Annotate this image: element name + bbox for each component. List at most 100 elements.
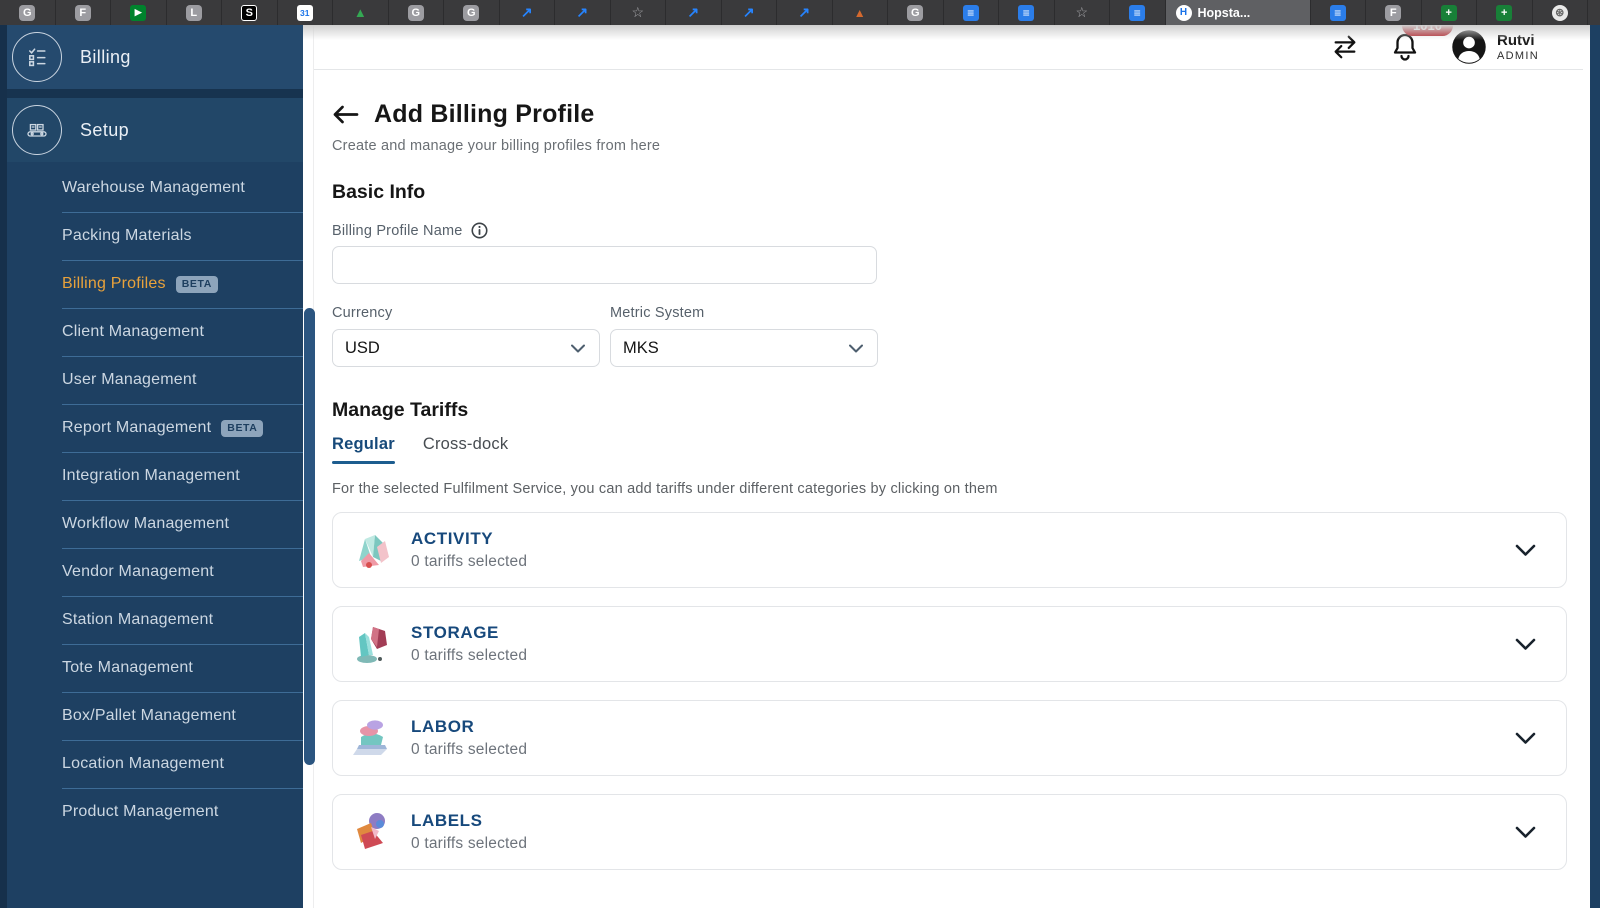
chevron-down-icon xyxy=(571,344,585,353)
currency-select[interactable]: USD xyxy=(332,329,600,367)
activity-icon xyxy=(349,527,395,573)
info-icon[interactable] xyxy=(471,222,488,239)
browser-tab[interactable]: ⊛ xyxy=(1533,0,1589,25)
switch-warehouse-icon[interactable] xyxy=(1330,33,1360,61)
sidebar-item-product-management[interactable]: Product Management xyxy=(0,788,303,836)
sidebar-scrollbar[interactable] xyxy=(304,308,315,765)
browser-tab[interactable]: ▲ xyxy=(333,0,389,25)
tab-favicon: 31 xyxy=(297,5,313,21)
sidebar-item-client-management[interactable]: Client Management xyxy=(0,308,303,356)
tab-favicon: ↗ xyxy=(574,5,590,21)
sidebar-item-tote-management[interactable]: Tote Management xyxy=(0,644,303,692)
browser-tab[interactable]: ≡ xyxy=(1311,0,1367,25)
browser-tab[interactable]: G xyxy=(389,0,445,25)
sidebar-item-vendor-management[interactable]: Vendor Management xyxy=(0,548,303,596)
basic-info-heading: Basic Info xyxy=(332,181,1583,204)
tab-favicon: ≡ xyxy=(963,5,979,21)
browser-tab[interactable]: F xyxy=(56,0,112,25)
browser-tab[interactable]: ↗ xyxy=(722,0,778,25)
sidebar-item-workflow-management[interactable]: Workflow Management xyxy=(0,500,303,548)
beta-badge: BETA xyxy=(221,420,263,437)
sidebar-item-integration-management[interactable]: Integration Management xyxy=(0,452,303,500)
tab-title: Hopsta... xyxy=(1198,6,1251,20)
browser-tab[interactable]: G xyxy=(444,0,500,25)
billing-profile-name-input[interactable] xyxy=(332,246,877,284)
avatar-icon xyxy=(1450,28,1488,66)
tariff-category-activity[interactable]: ACTIVITY 0 tariffs selected xyxy=(332,512,1567,588)
sidebar-item-report-management[interactable]: Report ManagementBETA xyxy=(0,404,303,452)
browser-tab[interactable]: ↗ xyxy=(777,0,833,25)
tab-favicon: ▲ xyxy=(852,5,868,21)
tab-favicon: G xyxy=(19,5,35,21)
tab-favicon: F xyxy=(75,5,91,21)
tab-cross-dock[interactable]: Cross-dock xyxy=(423,435,508,464)
tab-favicon: L xyxy=(186,5,202,21)
browser-tab[interactable]: ↗ xyxy=(666,0,722,25)
user-menu[interactable]: Rutvi ADMIN xyxy=(1450,28,1539,66)
browser-tab[interactable]: H Hopsta... xyxy=(1166,0,1311,25)
browser-tab[interactable]: F xyxy=(1366,0,1422,25)
tab-favicon: G xyxy=(907,5,923,21)
browser-tab[interactable]: ≡ xyxy=(944,0,1000,25)
sidebar-item-packing-materials[interactable]: Packing Materials xyxy=(0,212,303,260)
tab-favicon: ☆ xyxy=(630,5,646,21)
tab-favicon: H xyxy=(1176,5,1192,21)
setup-conveyor-icon xyxy=(12,105,62,155)
browser-tab[interactable]: G xyxy=(0,0,56,25)
browser-tab[interactable]: ↗ xyxy=(555,0,611,25)
page-content: Add Billing Profile Create and manage yo… xyxy=(314,70,1583,908)
active-tab-underline xyxy=(332,461,395,464)
tariff-category-labels[interactable]: LABELS 0 tariffs selected xyxy=(332,794,1567,870)
browser-tab[interactable]: ☆ xyxy=(1055,0,1111,25)
chevron-down-icon xyxy=(849,344,863,353)
metric-system-label: Metric System xyxy=(610,305,878,321)
billing-profile-name-label: Billing Profile Name xyxy=(332,223,463,239)
sidebar-item-location-management[interactable]: Location Management xyxy=(0,740,303,788)
category-status: 0 tariffs selected xyxy=(411,647,527,665)
browser-tab[interactable]: 31 xyxy=(278,0,334,25)
browser-tab[interactable]: + xyxy=(1422,0,1478,25)
back-arrow-button[interactable] xyxy=(332,104,359,125)
labor-icon xyxy=(349,715,395,761)
notifications-bell-icon[interactable]: 1010 xyxy=(1390,31,1420,63)
sidebar: Billing Setup Warehouse Management Packi… xyxy=(0,25,303,908)
browser-tab[interactable]: + xyxy=(1477,0,1533,25)
tab-favicon: ↗ xyxy=(741,5,757,21)
browser-tab[interactable]: ≡ xyxy=(999,0,1055,25)
user-name: Rutvi xyxy=(1497,32,1539,49)
tab-regular[interactable]: Regular xyxy=(332,435,395,464)
browser-tab[interactable]: ≡ xyxy=(1110,0,1166,25)
tariff-category-labor[interactable]: LABOR 0 tariffs selected xyxy=(332,700,1567,776)
chevron-down-icon xyxy=(1515,544,1536,557)
tariffs-description: For the selected Fulfilment Service, you… xyxy=(332,481,1583,497)
browser-tab[interactable]: ▶ xyxy=(111,0,167,25)
tab-favicon: ↗ xyxy=(685,5,701,21)
metric-system-select[interactable]: MKS xyxy=(610,329,878,367)
browser-tab[interactable]: G xyxy=(888,0,944,25)
sidebar-item-billing-profiles[interactable]: Billing ProfilesBETA xyxy=(0,260,303,308)
sidebar-section-setup[interactable]: Setup xyxy=(0,98,303,162)
browser-tab[interactable]: ↗ xyxy=(500,0,556,25)
tariff-category-storage[interactable]: STORAGE 0 tariffs selected xyxy=(332,606,1567,682)
category-status: 0 tariffs selected xyxy=(411,553,527,571)
chevron-down-icon xyxy=(1515,826,1536,839)
browser-tab[interactable]: ▲ xyxy=(833,0,889,25)
sidebar-item-warehouse-management[interactable]: Warehouse Management xyxy=(0,164,303,212)
tab-favicon: G xyxy=(463,5,479,21)
category-title: ACTIVITY xyxy=(411,529,527,549)
tab-favicon: F xyxy=(1385,5,1401,21)
tab-favicon: ≡ xyxy=(1129,5,1145,21)
browser-tab[interactable]: S xyxy=(222,0,278,25)
user-role: ADMIN xyxy=(1497,50,1539,62)
tab-favicon: ▶ xyxy=(130,5,146,21)
sidebar-item-station-management[interactable]: Station Management xyxy=(0,596,303,644)
sidebar-section-billing[interactable]: Billing xyxy=(0,25,303,89)
chevron-down-icon xyxy=(1515,638,1536,651)
sidebar-item-user-management[interactable]: User Management xyxy=(0,356,303,404)
category-title: STORAGE xyxy=(411,623,527,643)
browser-tab[interactable]: L xyxy=(167,0,223,25)
sidebar-item-box-pallet-management[interactable]: Box/Pallet Management xyxy=(0,692,303,740)
browser-tab[interactable]: ☆ xyxy=(611,0,667,25)
tab-favicon: + xyxy=(1496,5,1512,21)
chevron-down-icon xyxy=(1515,732,1536,745)
